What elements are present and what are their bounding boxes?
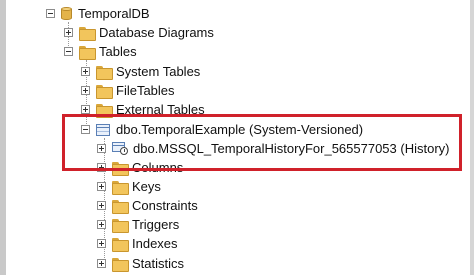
tree-node-label: Triggers xyxy=(132,217,180,232)
right-panel-edge xyxy=(470,0,474,275)
folder-icon xyxy=(112,180,129,195)
tree-node-label: Database Diagrams xyxy=(99,25,214,40)
folder-icon xyxy=(112,199,129,214)
expand-toggle-icon[interactable] xyxy=(97,259,106,268)
tree-node-label: External Tables xyxy=(116,102,205,117)
expand-toggle-icon[interactable] xyxy=(64,28,73,37)
folder-icon xyxy=(79,26,96,41)
folder-icon xyxy=(96,84,113,99)
folder-icon xyxy=(79,45,96,60)
database-icon xyxy=(61,6,72,21)
tree-node-columns[interactable]: Columns xyxy=(97,158,183,177)
history-table-icon xyxy=(112,142,128,155)
expand-toggle-icon[interactable] xyxy=(97,239,106,248)
table-icon xyxy=(96,123,110,136)
expand-toggle-icon[interactable] xyxy=(97,182,106,191)
tree-node-system-tables[interactable]: System Tables xyxy=(81,62,200,81)
folder-icon xyxy=(96,65,113,80)
tree-node-triggers[interactable]: Triggers xyxy=(97,215,179,234)
tree-node-label: TemporalDB xyxy=(78,6,150,21)
tree-node-filetables[interactable]: FileTables xyxy=(81,81,175,100)
tree-node-database-diagrams[interactable]: Database Diagrams xyxy=(64,23,214,42)
tree-node-label: Constraints xyxy=(132,198,198,213)
left-panel-edge xyxy=(0,0,6,275)
tree-node-label: Tables xyxy=(99,44,137,59)
collapse-toggle-icon[interactable] xyxy=(81,125,90,134)
tree-node-label: FileTables xyxy=(116,83,175,98)
tree-node-label: Columns xyxy=(132,160,184,175)
tree-node-statistics[interactable]: Statistics xyxy=(97,254,184,273)
tree-node-label: dbo.MSSQL_TemporalHistoryFor_565577053 (… xyxy=(133,141,450,156)
tree-node-label: System Tables xyxy=(116,64,201,79)
tree-node-database[interactable]: TemporalDB xyxy=(46,4,150,23)
collapse-toggle-icon[interactable] xyxy=(46,9,55,18)
folder-icon xyxy=(112,161,129,176)
collapse-toggle-icon[interactable] xyxy=(64,47,73,56)
expand-toggle-icon[interactable] xyxy=(81,67,90,76)
tree-node-label: dbo.TemporalExample (System-Versioned) xyxy=(116,122,364,137)
expand-toggle-icon[interactable] xyxy=(97,163,106,172)
tree-node-tables[interactable]: Tables xyxy=(64,42,137,61)
tree-node-label: Keys xyxy=(132,179,161,194)
expand-toggle-icon[interactable] xyxy=(81,86,90,95)
folder-icon xyxy=(112,237,129,252)
folder-icon xyxy=(112,218,129,233)
tree-node-external-tables[interactable]: External Tables xyxy=(81,100,205,119)
tree-node-indexes[interactable]: Indexes xyxy=(97,234,178,253)
tree-node-temporal-table[interactable]: dbo.TemporalExample (System-Versioned) xyxy=(81,120,363,139)
expand-toggle-icon[interactable] xyxy=(81,105,90,114)
folder-icon xyxy=(112,257,129,272)
tree-node-label: Statistics xyxy=(132,256,185,271)
tree-node-constraints[interactable]: Constraints xyxy=(97,196,198,215)
tree-node-label: Indexes xyxy=(132,236,178,251)
expand-toggle-icon[interactable] xyxy=(97,144,106,153)
folder-icon xyxy=(96,103,113,118)
tree-node-keys[interactable]: Keys xyxy=(97,177,161,196)
expand-toggle-icon[interactable] xyxy=(97,201,106,210)
expand-toggle-icon[interactable] xyxy=(97,220,106,229)
tree-node-history-table[interactable]: dbo.MSSQL_TemporalHistoryFor_565577053 (… xyxy=(97,139,449,158)
